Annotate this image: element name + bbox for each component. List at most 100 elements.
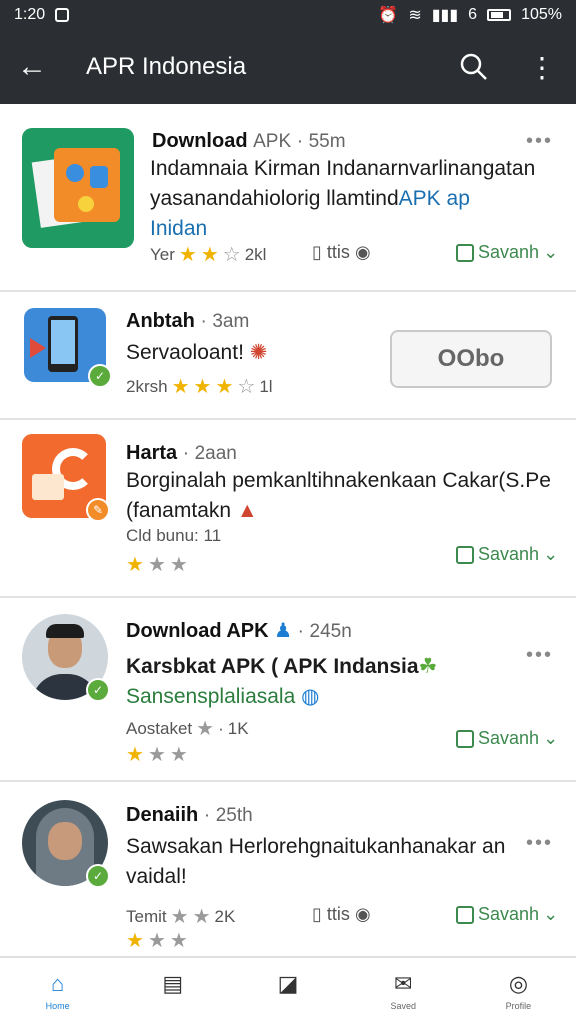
post-meta: Aostaket ★ · 1K bbox=[126, 718, 249, 740]
feed-item[interactable]: ✓ Denaiih · 25th ••• Sawsakan Herlorehgn… bbox=[0, 782, 576, 956]
post-text-line: Borginalah pemkanltihnakenkaan Cakar(S.P… bbox=[126, 469, 551, 492]
overflow-menu-button[interactable]: ⋮ bbox=[508, 30, 576, 104]
home-icon: ⌂ bbox=[50, 970, 65, 996]
back-button[interactable]: ← bbox=[0, 30, 64, 104]
mail-icon: ✉ bbox=[393, 970, 413, 996]
rating-stars: ★ ★ ★ bbox=[126, 742, 188, 767]
post-stats: ▯ ttis ◉ bbox=[312, 904, 371, 925]
nav-edit[interactable]: ◪ bbox=[230, 958, 345, 1024]
post-stats: ▯ ttis ◉ bbox=[312, 242, 371, 263]
save-button[interactable]: Savanh ⌄ bbox=[456, 728, 558, 749]
stats-label: ttis bbox=[326, 242, 350, 262]
post-author[interactable]: Download APK · 55m bbox=[152, 130, 346, 153]
post-text: Karsbkat APK ( APK Indansia☘ Sansensplal… bbox=[126, 652, 437, 712]
post-time: 25th bbox=[215, 805, 253, 826]
more-options-button[interactable]: ••• bbox=[526, 644, 553, 667]
more-options-button[interactable]: ••• bbox=[526, 130, 553, 153]
save-label: Savanh bbox=[478, 544, 540, 564]
post-author[interactable]: Denaiih · 25th bbox=[126, 804, 253, 827]
save-icon bbox=[456, 729, 474, 748]
status-time: 1:20 bbox=[14, 6, 46, 23]
star-icon: ★ bbox=[126, 930, 144, 952]
rating-count: 2kl bbox=[244, 244, 267, 264]
meta-label: Yer bbox=[150, 244, 175, 264]
signal-label: 6 bbox=[468, 6, 478, 23]
meta-label: 2krsh bbox=[126, 376, 168, 396]
post-text-line: Karsbkat APK ( APK Indansia bbox=[126, 655, 419, 678]
edit-icon: ◪ bbox=[277, 970, 299, 996]
badge-icon: ✎ bbox=[86, 498, 110, 522]
rating-count: 1K bbox=[227, 718, 249, 738]
star-outline-icon: ★ bbox=[147, 554, 166, 576]
app-icon bbox=[22, 128, 134, 248]
save-icon bbox=[456, 545, 474, 564]
feed-item[interactable]: ✓ Download APK ♟ · 245n ••• Karsbkat APK… bbox=[0, 598, 576, 782]
nav-home[interactable]: ⌂ Home bbox=[0, 958, 115, 1024]
post-text-line: Indamnaia Kirman Indanarnvarlinangatan bbox=[150, 157, 536, 180]
rating-stars: ★ ★ ★ bbox=[126, 928, 188, 953]
post-time: 55m bbox=[308, 131, 346, 152]
verified-badge-icon: ✓ bbox=[88, 364, 112, 388]
emoji-icon: ✺ bbox=[249, 341, 268, 364]
warning-icon: ▲ bbox=[236, 499, 258, 522]
post-time: 2aan bbox=[194, 443, 237, 464]
post-author[interactable]: Download APK ♟ · 245n bbox=[126, 618, 352, 643]
more-vertical-icon: ⋮ bbox=[528, 51, 556, 83]
post-time: 245n bbox=[309, 621, 352, 642]
star-icon: ★ bbox=[215, 376, 234, 398]
post-text-line: Sansensplaliasala bbox=[126, 685, 296, 708]
rating-count: 2K bbox=[214, 906, 236, 926]
post-text-line: yasanandahiolorig llamtind bbox=[150, 187, 399, 210]
feed-item[interactable]: ✎ Harta · 2aan Borginalah pemkanltihnake… bbox=[0, 420, 576, 598]
feed-item[interactable]: ✓ Anbtah · 3am Servaoloant! ✺ 2krsh ★ ★ … bbox=[0, 292, 576, 420]
rating-count: 1l bbox=[259, 376, 273, 396]
post-link[interactable]: APK ap bbox=[399, 187, 470, 210]
star-outline-icon: ★ bbox=[196, 718, 215, 740]
post-time: 3am bbox=[212, 311, 250, 332]
nav-saved[interactable]: ✉ Saved bbox=[346, 958, 461, 1024]
star-outline-icon: ★ bbox=[147, 930, 166, 952]
post-text: Borginalah pemkanltihnakenkaan Cakar(S.P… bbox=[126, 466, 551, 526]
bookmark-icon: ▯ bbox=[312, 242, 322, 262]
save-button[interactable]: Savanh ⌄ bbox=[456, 544, 558, 565]
compass-icon: ◎ bbox=[508, 970, 529, 996]
star-icon: ★ bbox=[126, 744, 144, 766]
search-button[interactable] bbox=[440, 30, 508, 104]
save-button[interactable]: Savanh ⌄ bbox=[456, 242, 558, 263]
nav-label: Home bbox=[45, 1000, 70, 1011]
save-icon bbox=[456, 905, 474, 924]
star-outline-icon: ★ bbox=[192, 906, 211, 928]
post-meta: Temit ★ ★ 2K bbox=[126, 904, 235, 929]
bookmark-icon: ▯ bbox=[312, 904, 322, 924]
save-label: Savanh bbox=[478, 904, 540, 924]
meta-label: Cld bunu: 11 bbox=[126, 526, 222, 545]
save-button[interactable]: Savanh ⌄ bbox=[456, 904, 558, 925]
post-author[interactable]: Anbtah · 3am bbox=[126, 310, 249, 333]
nav-label: Saved bbox=[390, 1000, 416, 1011]
star-icon: ★ bbox=[178, 244, 197, 266]
post-author-suffix: APK bbox=[253, 131, 292, 152]
nav-profile[interactable]: ◎ Profile bbox=[461, 958, 576, 1024]
chevron-down-icon: ⌄ bbox=[543, 728, 559, 748]
star-outline-icon: ☆ bbox=[237, 376, 256, 398]
rating-stars: ★ ★ ★ bbox=[126, 552, 188, 577]
nav-inbox[interactable]: ▤ bbox=[115, 958, 230, 1024]
more-options-button[interactable]: ••• bbox=[526, 832, 553, 855]
star-icon: ★ bbox=[193, 376, 212, 398]
post-text-line: Sawsakan Herlorehgnaitukanhanakar an bbox=[126, 835, 506, 858]
star-outline-icon: ★ bbox=[147, 744, 166, 766]
post-meta: Cld bunu: 11 bbox=[126, 526, 221, 546]
battery-icon bbox=[487, 9, 512, 21]
feed-item[interactable]: Download APK · 55m ••• Indamnaia Kirman … bbox=[0, 108, 576, 292]
verified-badge-icon: ✓ bbox=[86, 864, 110, 888]
star-icon: ★ bbox=[171, 376, 190, 398]
feed-list: Download APK · 55m ••• Indamnaia Kirman … bbox=[0, 108, 576, 956]
notification-icon bbox=[55, 8, 70, 22]
alarm-icon: ⏰ bbox=[378, 7, 399, 24]
star-outline-icon: ★ bbox=[169, 554, 188, 576]
star-icon: ★ bbox=[126, 554, 144, 576]
bottom-nav: ⌂ Home ▤ ◪ ✉ Saved ◎ Profile bbox=[0, 956, 576, 1024]
post-author[interactable]: Harta · 2aan bbox=[126, 442, 237, 465]
open-button[interactable]: OObo bbox=[390, 330, 552, 388]
chevron-down-icon: ⌄ bbox=[543, 544, 559, 564]
